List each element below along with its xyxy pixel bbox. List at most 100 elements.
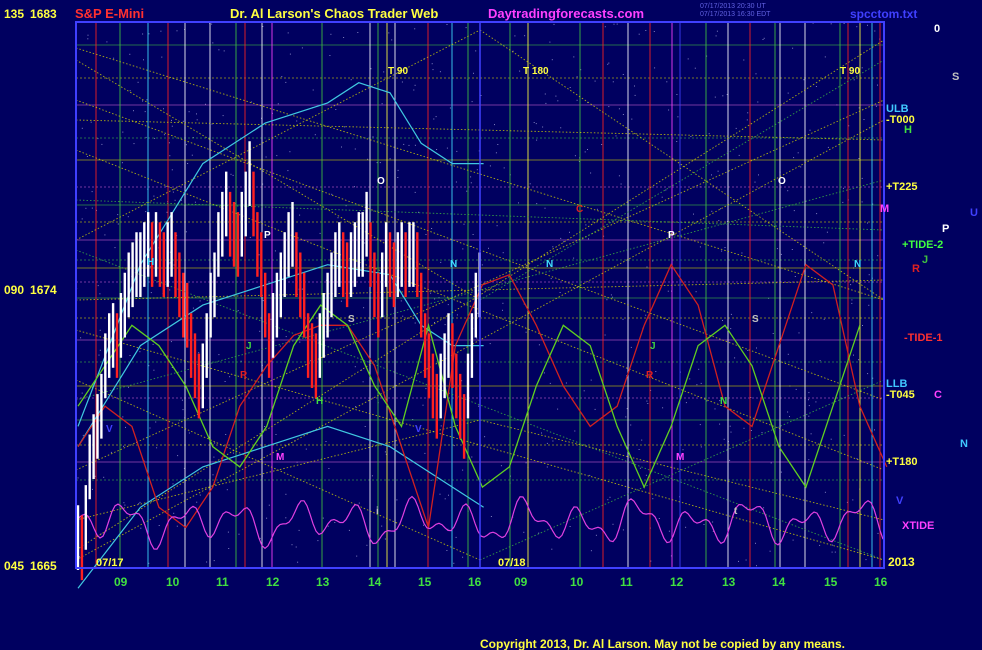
star-dot [830,23,832,25]
right-side-label: -T045 [886,389,915,401]
star-dot [827,146,829,148]
star-dot [397,169,399,171]
star-dot [259,330,261,332]
star-dot [99,349,101,351]
star-dot [693,213,694,215]
star-dot [281,76,283,78]
x-hour-tick-label: 10 [166,575,180,589]
star-dot [730,328,732,330]
star-dot [665,189,667,191]
star-dot [533,122,535,123]
instrument-title: S&P E-Mini [75,6,144,21]
star-dot [444,498,446,500]
star-dot [298,529,300,531]
star-dot [228,548,230,549]
planet-letter-label: P [264,230,271,241]
star-dot [723,438,725,440]
star-dot [177,455,179,457]
star-dot [319,232,321,234]
star-dot [150,292,152,294]
star-dot [218,354,220,356]
star-dot [793,210,795,212]
star-dot [634,85,635,87]
star-dot [645,474,647,476]
star-dot [199,494,201,496]
star-dot [590,379,592,381]
star-dot [142,33,144,35]
star-dot [305,448,307,450]
scale-bottom-label: 045 1665 [4,559,57,573]
star-dot [528,288,530,289]
star-dot [470,182,472,184]
star-dot [171,169,173,171]
star-dot [865,559,867,561]
planet-letter-label: S [348,314,355,325]
star-dot [166,211,168,213]
star-dot [366,544,368,546]
star-dot [114,247,116,249]
star-dot [191,154,193,156]
star-dot [400,300,402,302]
star-dot [792,539,794,541]
star-dot [274,250,276,252]
star-dot [381,525,383,527]
star-dot [791,249,793,250]
x-hour-tick-label: 13 [722,575,736,589]
star-dot [772,333,774,334]
star-dot [711,174,712,176]
star-dot [473,72,474,74]
site-link[interactable]: Daytradingforecasts.com [488,6,644,21]
star-dot [223,50,225,52]
star-dot [213,456,215,458]
star-dot [425,234,427,235]
star-dot [362,381,364,383]
star-dot [780,471,782,473]
star-dot [718,220,720,222]
star-dot [422,404,424,406]
star-dot [431,228,433,229]
star-dot [285,81,287,83]
star-dot [174,199,176,201]
star-dot [858,359,860,361]
star-dot [787,353,789,355]
star-dot [699,424,701,426]
star-dot [301,288,303,290]
star-dot [123,445,124,447]
star-dot [746,119,748,121]
star-dot [823,242,825,244]
star-dot [747,112,749,114]
star-dot [129,90,131,92]
t-marker-label: T 90 [840,66,860,77]
x-hour-tick-label: 15 [824,575,838,589]
star-dot [776,248,778,250]
star-dot [171,119,172,121]
star-dot [356,555,358,557]
star-dot [77,477,79,479]
star-dot [456,314,458,316]
right-side-label: S [952,71,959,83]
star-dot [761,432,763,434]
star-dot [148,33,150,35]
star-dot [646,266,648,268]
star-dot [229,376,231,378]
star-dot [312,89,314,91]
star-dot [172,483,174,485]
star-dot [117,214,119,216]
star-dot [431,63,433,65]
x-hour-tick-label: 16 [468,575,482,589]
star-dot [808,405,810,407]
star-dot [730,431,732,433]
star-dot [146,99,148,101]
star-dot [384,538,386,540]
star-dot [747,350,749,351]
star-dot [371,475,373,477]
star-dot [622,114,624,115]
star-dot [606,299,608,301]
star-dot [853,79,855,81]
star-dot [389,158,391,160]
star-dot [544,93,546,95]
chaos-chart: 09 10 11 12 13 14 15 16 09 10 11 12 13 14 15 16 07/17 07/… [0,0,982,650]
star-dot [113,57,115,59]
star-dot [448,494,449,496]
star-dot [357,32,359,33]
